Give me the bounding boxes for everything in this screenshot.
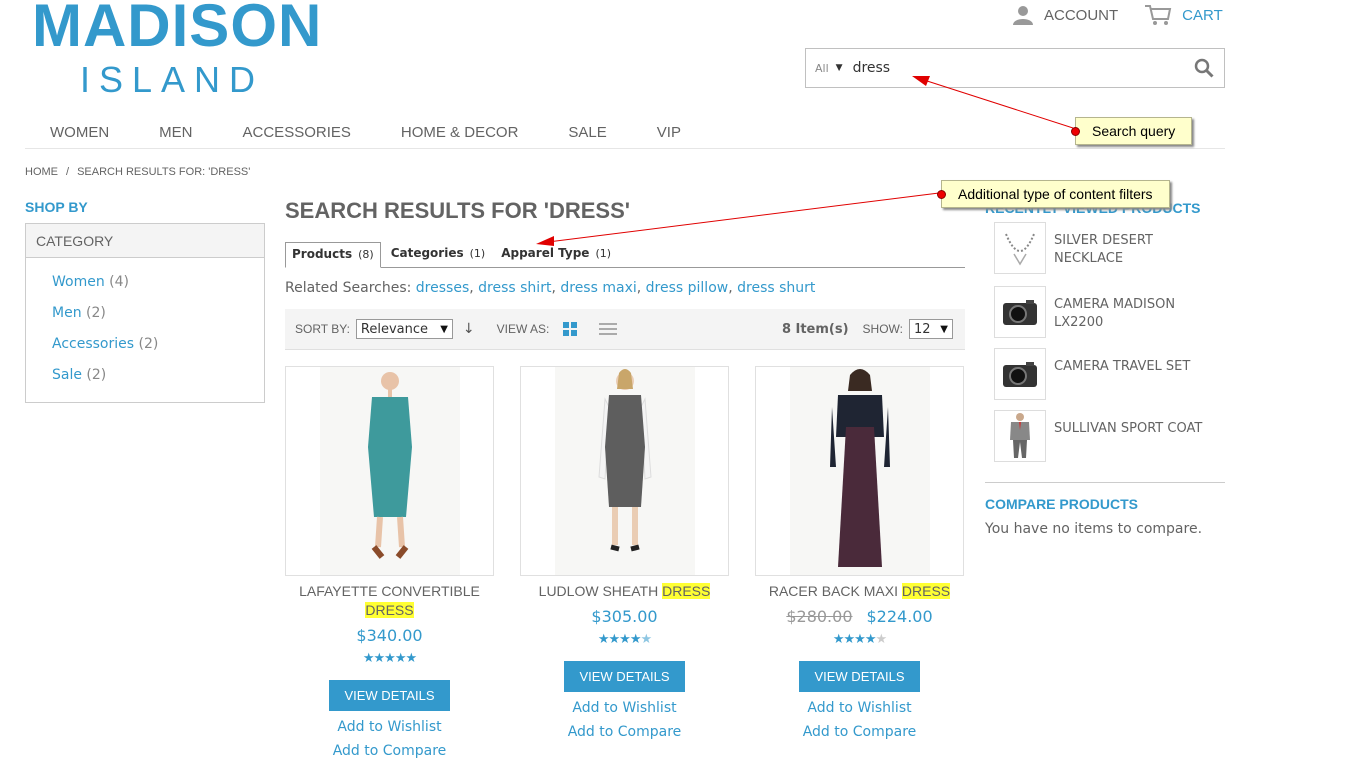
annotation-arrow-search [923,79,1074,129]
annotation-text: Additional type of content filters [958,186,1153,202]
annotation-arrow-filters [547,192,940,243]
annotation-search-query: Search query [1071,117,1193,145]
annotation-content-filters: Additional type of content filters [937,180,1170,208]
annotation-dot [1071,127,1080,136]
annotation-arrowhead-search [912,76,930,86]
annotation-arrowhead-filters [536,236,554,246]
annotation-dot [937,190,946,199]
annotation-text: Search query [1092,123,1176,139]
